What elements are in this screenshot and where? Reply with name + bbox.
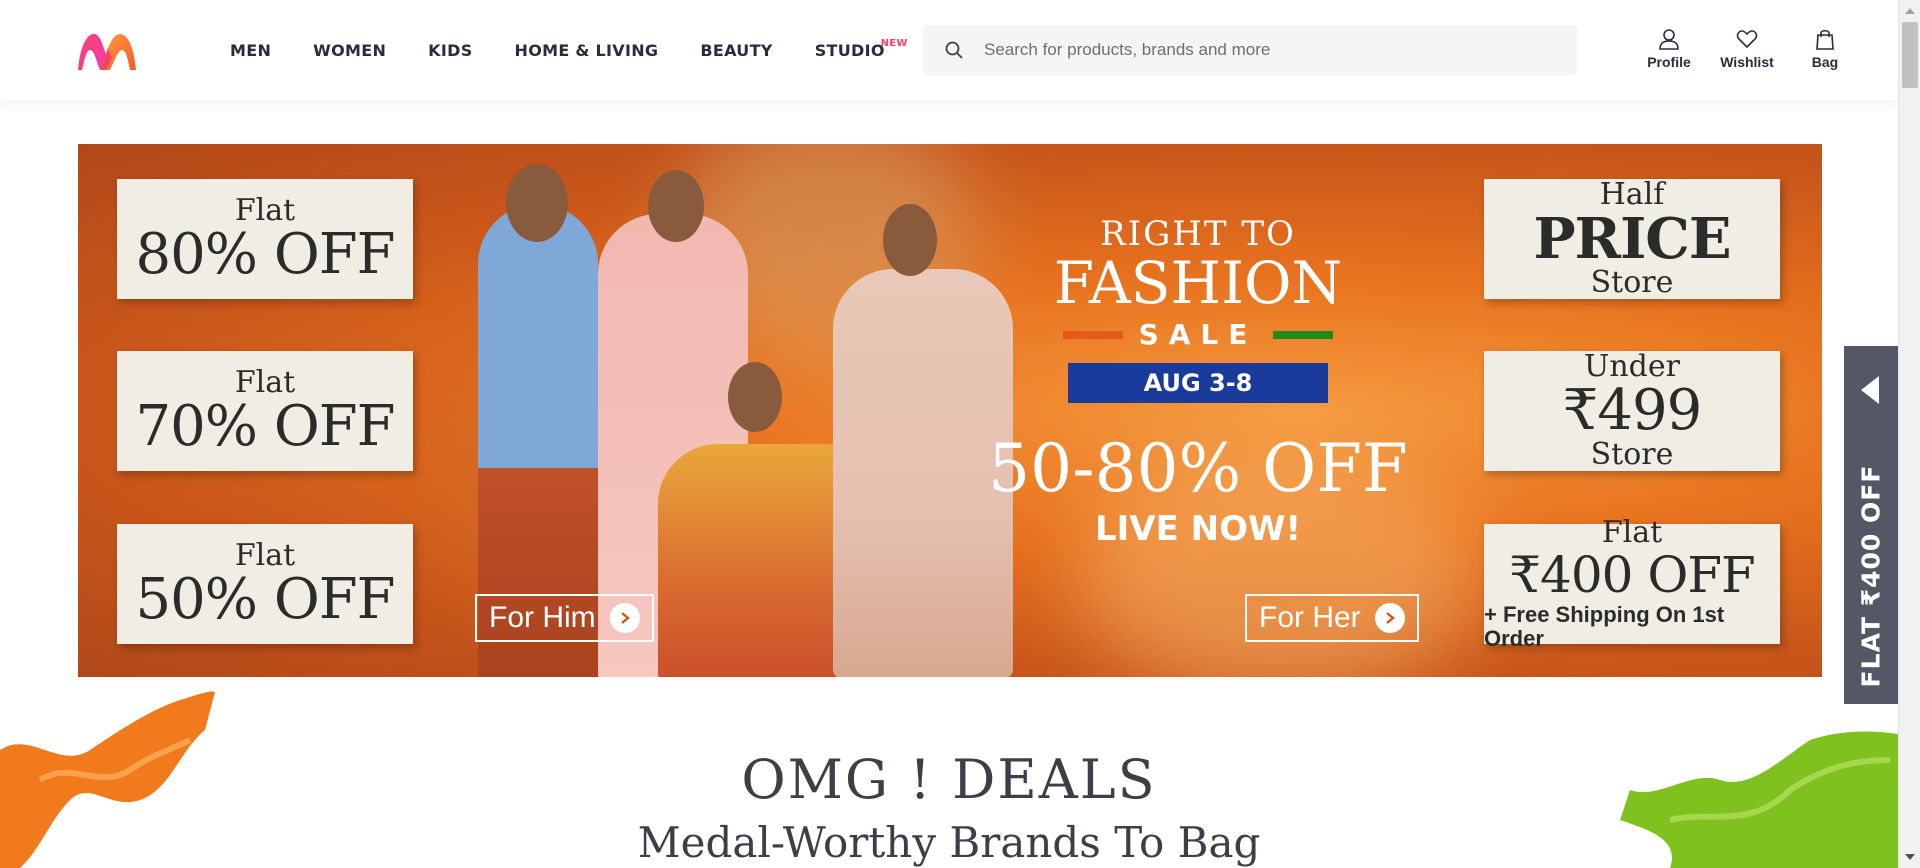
tile-big-text: 50% OFF (135, 567, 396, 632)
nav-label: WOMEN (313, 40, 387, 60)
deals-subtitle: Medal-Worthy Brands To Bag (637, 818, 1261, 867)
profile-button[interactable]: Profile (1630, 28, 1708, 70)
tile-big-text: ₹400 OFF (1509, 546, 1756, 604)
live-now-text: LIVE NOW! (1094, 509, 1302, 549)
nav-label: STUDIO (814, 40, 885, 60)
model-head (506, 164, 568, 242)
user-icon (1659, 29, 1679, 50)
myntra-logo[interactable] (76, 30, 138, 74)
under-499-store-tile[interactable]: Under ₹499 Store (1484, 351, 1780, 471)
model-head (648, 170, 704, 242)
chevron-left-icon (1861, 376, 1879, 404)
flat-400-off-side-tab[interactable]: FLAT ₹400 OFF (1844, 346, 1898, 704)
nav-label: KIDS (428, 40, 473, 60)
heart-icon (1736, 30, 1758, 49)
header-actions: Profile Wishlist Bag (1630, 28, 1864, 70)
for-her-button[interactable]: For Her (1245, 594, 1419, 642)
tile-big-text: 80% OFF (135, 222, 396, 287)
discount-text: 50-80% OFF (988, 430, 1408, 507)
bag-icon (1816, 29, 1834, 50)
chevron-right-icon (609, 603, 640, 633)
nav-studio[interactable]: STUDIO NEW (794, 0, 908, 100)
side-tab-text: FLAT ₹400 OFF (1856, 464, 1886, 688)
tile-big-text: ₹499 (1562, 378, 1703, 443)
tile-sub-text: + Free Shipping On 1st Order (1484, 602, 1725, 651)
tile-big-text: 70% OFF (135, 394, 396, 459)
flat-80-off-tile[interactable]: Flat 80% OFF (117, 179, 413, 299)
tile-small-text: Store (1590, 265, 1674, 300)
nav-label: BEAUTY (700, 40, 773, 60)
hero-banner[interactable]: Flat 80% OFF Flat 70% OFF Flat 50% OFF R… (78, 144, 1822, 677)
wishlist-label: Wishlist (1720, 54, 1774, 70)
for-him-button[interactable]: For Him (475, 594, 654, 642)
flat-70-off-tile[interactable]: Flat 70% OFF (117, 351, 413, 471)
scroll-thumb[interactable] (1902, 22, 1918, 88)
profile-label: Profile (1647, 54, 1691, 70)
bag-button[interactable]: Bag (1786, 28, 1864, 70)
nav-men[interactable]: MEN (230, 0, 292, 100)
sale-headline: RIGHT TO FASHION SALE AUG 3-8 50-80% OFF… (988, 214, 1408, 549)
nav-kids[interactable]: KIDS (407, 0, 493, 100)
main-nav: MEN WOMEN KIDS HOME & LIVING BEAUTY STUD… (230, 0, 908, 100)
half-price-store-tile[interactable]: Half PRICE Store (1484, 179, 1780, 299)
deals-title: OMG ! DEALS (741, 748, 1157, 811)
new-badge: NEW (880, 38, 908, 49)
top-header: MEN WOMEN KIDS HOME & LIVING BEAUTY STUD… (0, 0, 1898, 100)
scroll-down-arrow-icon[interactable] (1905, 854, 1915, 860)
orange-bar (1062, 330, 1123, 339)
model-figure (833, 269, 1013, 677)
chevron-right-icon (1374, 603, 1405, 633)
tile-big-text: PRICE (1533, 206, 1731, 272)
bag-label: Bag (1811, 54, 1839, 70)
nav-label: MEN (230, 40, 272, 60)
headline-top: RIGHT TO (1100, 214, 1296, 254)
nav-women[interactable]: WOMEN (292, 0, 407, 100)
flat-50-off-tile[interactable]: Flat 50% OFF (117, 524, 413, 644)
model-head (883, 204, 937, 276)
search-icon[interactable] (924, 25, 984, 75)
scroll-up-arrow-icon[interactable] (1905, 8, 1915, 14)
sale-row: SALE (1018, 318, 1378, 351)
nav-label: HOME & LIVING (514, 40, 659, 60)
flat-400-off-tile[interactable]: Flat ₹400 OFF + Free Shipping On 1st Ord… (1484, 517, 1780, 651)
wishlist-button[interactable]: Wishlist (1708, 28, 1786, 70)
search-input[interactable] (984, 40, 1544, 60)
nav-home-living[interactable]: HOME & LIVING (494, 0, 680, 100)
nav-beauty[interactable]: BEAUTY (679, 0, 793, 100)
page-scrollbar[interactable] (1898, 0, 1920, 868)
headline-main: FASHION (1053, 249, 1343, 317)
cta-label: For Her (1259, 601, 1361, 634)
tile-small-text: Store (1590, 437, 1674, 472)
tile-small-text: Flat (1601, 515, 1663, 550)
search-bar[interactable] (923, 25, 1577, 75)
sale-dates: AUG 3-8 (1068, 363, 1328, 403)
green-bar (1273, 330, 1334, 339)
cta-label: For Him (489, 601, 596, 634)
sale-word: SALE (1138, 318, 1258, 351)
model-head (728, 362, 782, 432)
